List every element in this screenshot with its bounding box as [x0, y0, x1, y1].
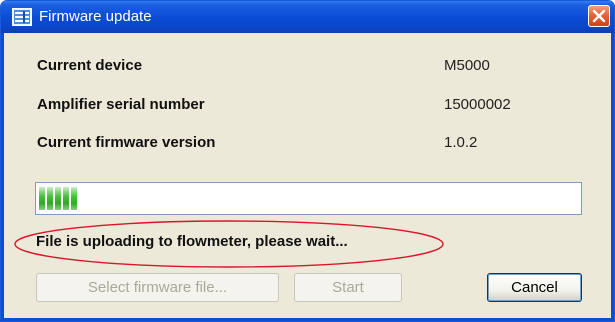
close-x-icon	[592, 9, 606, 23]
window-title: Firmware update	[39, 8, 152, 25]
upload-progress-bar	[35, 182, 582, 215]
cancel-button[interactable]: Cancel	[487, 273, 582, 302]
current-device-label: Current device	[37, 57, 143, 74]
title-bar[interactable]: Firmware update	[1, 1, 614, 33]
firmware-version-label: Current firmware version	[37, 134, 216, 151]
window-border-right	[611, 33, 614, 321]
progress-segment	[39, 187, 45, 210]
progress-segment	[63, 187, 69, 210]
firmware-list-icon	[12, 8, 32, 26]
progress-segment	[55, 187, 61, 210]
firmware-version-value: 1.0.2	[444, 134, 478, 151]
progress-segment	[71, 187, 77, 210]
progress-segment	[47, 187, 53, 210]
upload-status-text: File is uploading to flowmeter, please w…	[36, 233, 348, 250]
firmware-update-dialog: Firmware update Current device M5000 Amp…	[0, 0, 615, 322]
close-button[interactable]	[588, 5, 610, 27]
serial-number-value: 15000002	[444, 96, 511, 113]
serial-number-label: Amplifier serial number	[37, 96, 205, 113]
window-border-bottom	[1, 318, 614, 321]
start-button[interactable]: Start	[294, 273, 402, 302]
current-device-value: M5000	[444, 57, 490, 74]
window-border-left	[1, 33, 4, 321]
select-firmware-file-button[interactable]: Select firmware file...	[36, 273, 279, 302]
